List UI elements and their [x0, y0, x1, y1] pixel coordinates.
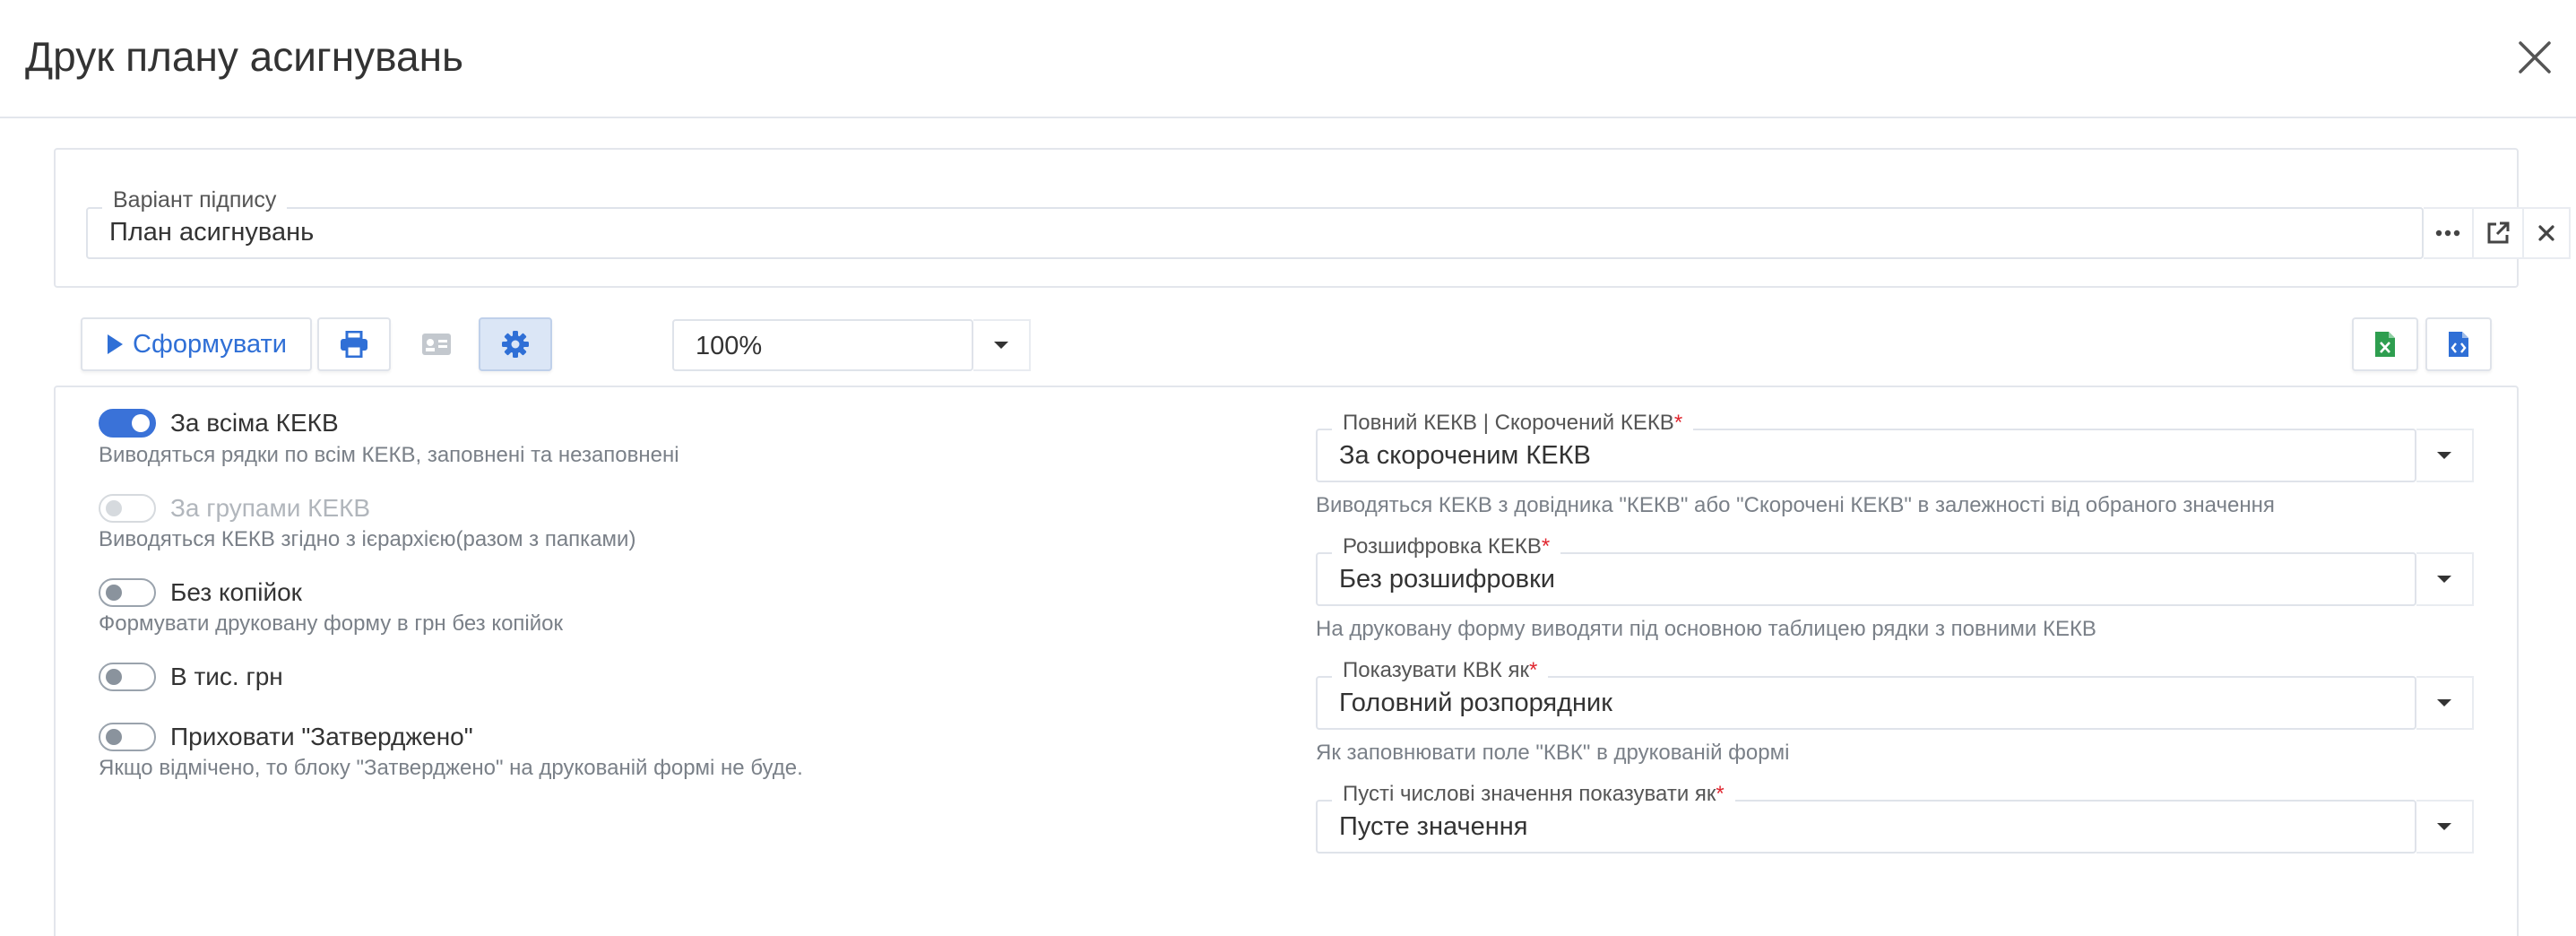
- select-empty-values-value: Пусте значення: [1339, 812, 1528, 841]
- settings-button[interactable]: [479, 317, 552, 371]
- id-card-icon: [422, 334, 451, 355]
- zoom-select[interactable]: 100%: [672, 319, 973, 371]
- generate-button-label: Сформувати: [133, 329, 287, 359]
- external-link-icon: [2487, 221, 2510, 244]
- print-button[interactable]: [317, 317, 391, 371]
- toggle-all-kekv[interactable]: [99, 409, 156, 438]
- select-kvk-display-label: Показувати КВК як*: [1332, 658, 1549, 683]
- select-kekv-mode-label: Повний КЕКВ | Скорочений КЕКВ*: [1332, 411, 1694, 436]
- export-xml-button[interactable]: [2425, 317, 2492, 371]
- toggle-thousands-uah-label: В тис. грн: [170, 663, 283, 690]
- toggle-no-kopecks-label: Без копійок: [170, 578, 302, 606]
- select-kvk-display-value: Головний розпорядник: [1339, 689, 1612, 717]
- toggle-all-kekv-desc: Виводяться рядки по всім КЕКВ, заповнені…: [99, 443, 679, 467]
- ellipsis-icon: [2435, 230, 2460, 237]
- chevron-down-icon: [2437, 452, 2451, 459]
- generate-button[interactable]: Сформувати: [81, 317, 312, 371]
- export-excel-button[interactable]: [2352, 317, 2418, 371]
- more-button[interactable]: [2424, 207, 2474, 259]
- select-kekv-decoding-value: Без розшифровки: [1339, 565, 1555, 594]
- clear-signature-button[interactable]: [2524, 207, 2571, 259]
- select-kekv-mode-value: За скороченим КЕКВ: [1339, 441, 1591, 470]
- excel-file-icon: [2375, 332, 2395, 357]
- signature-variant-field[interactable]: Варіант підпису План асигнувань: [86, 187, 2424, 259]
- chevron-down-icon: [2437, 699, 2451, 706]
- select-kekv-decoding-desc: На друковану форму виводяти під основною…: [1316, 617, 2096, 641]
- code-file-icon: [2449, 332, 2468, 357]
- printer-icon: [341, 331, 367, 358]
- close-icon[interactable]: [2515, 38, 2554, 77]
- select-empty-values-dropdown[interactable]: [2416, 800, 2474, 854]
- chevron-down-icon: [994, 342, 1008, 349]
- toggle-kekv-groups: [99, 494, 156, 523]
- toggle-kekv-groups-label: За групами КЕКВ: [170, 494, 371, 522]
- select-kekv-mode-desc: Виводяться КЕКВ з довідника "КЕКВ" або "…: [1316, 493, 2275, 517]
- toggle-hide-approved-label: Приховати "Затверджено": [170, 723, 473, 750]
- id-card-button[interactable]: [400, 317, 473, 371]
- toggle-no-kopecks[interactable]: [99, 578, 156, 607]
- select-kekv-mode-dropdown[interactable]: [2416, 429, 2474, 482]
- select-kekv-decoding-label: Розшифровка КЕКВ*: [1332, 534, 1561, 559]
- toggle-no-kopecks-desc: Формувати друковану форму в грн без копі…: [99, 611, 564, 636]
- gear-icon: [502, 331, 529, 358]
- dialog-header: Друк плану асигнувань: [0, 0, 2576, 118]
- select-kvk-display[interactable]: Показувати КВК як* Головний розпорядник: [1316, 658, 2416, 730]
- signature-variant-label: Варіант підпису: [102, 187, 288, 213]
- toggle-hide-approved-desc: Якщо відмічено, то блоку "Затверджено" н…: [99, 756, 803, 780]
- toggle-hide-approved[interactable]: [99, 723, 156, 751]
- toggle-thousands-uah[interactable]: [99, 663, 156, 691]
- play-icon: [108, 334, 124, 354]
- zoom-dropdown-button[interactable]: [973, 319, 1031, 371]
- select-kekv-decoding[interactable]: Розшифровка КЕКВ* Без розшифровки: [1316, 534, 2416, 606]
- open-external-button[interactable]: [2474, 207, 2524, 259]
- select-kvk-display-dropdown[interactable]: [2416, 676, 2474, 730]
- select-empty-values-label: Пусті числові значення показувати як*: [1332, 782, 1735, 807]
- select-kekv-mode[interactable]: Повний КЕКВ | Скорочений КЕКВ* За скороч…: [1316, 411, 2416, 482]
- clear-icon: [2538, 225, 2554, 241]
- toggle-kekv-groups-desc: Виводяться КЕКВ згідно з ієрархією(разом…: [99, 527, 636, 551]
- dialog-title: Друк плану асигнувань: [25, 33, 463, 80]
- select-empty-values[interactable]: Пусті числові значення показувати як* Пу…: [1316, 782, 2416, 854]
- zoom-value: 100%: [696, 332, 763, 360]
- signature-variant-value: План асигнувань: [109, 218, 315, 247]
- select-kekv-decoding-dropdown[interactable]: [2416, 552, 2474, 606]
- toggle-all-kekv-label: За всіма КЕКВ: [170, 409, 339, 437]
- select-kvk-display-desc: Як заповнювати поле "КВК" в друкованій ф…: [1316, 741, 1790, 765]
- chevron-down-icon: [2437, 823, 2451, 830]
- signature-panel: Варіант підпису План асигнувань: [54, 148, 2571, 288]
- chevron-down-icon: [2437, 576, 2451, 583]
